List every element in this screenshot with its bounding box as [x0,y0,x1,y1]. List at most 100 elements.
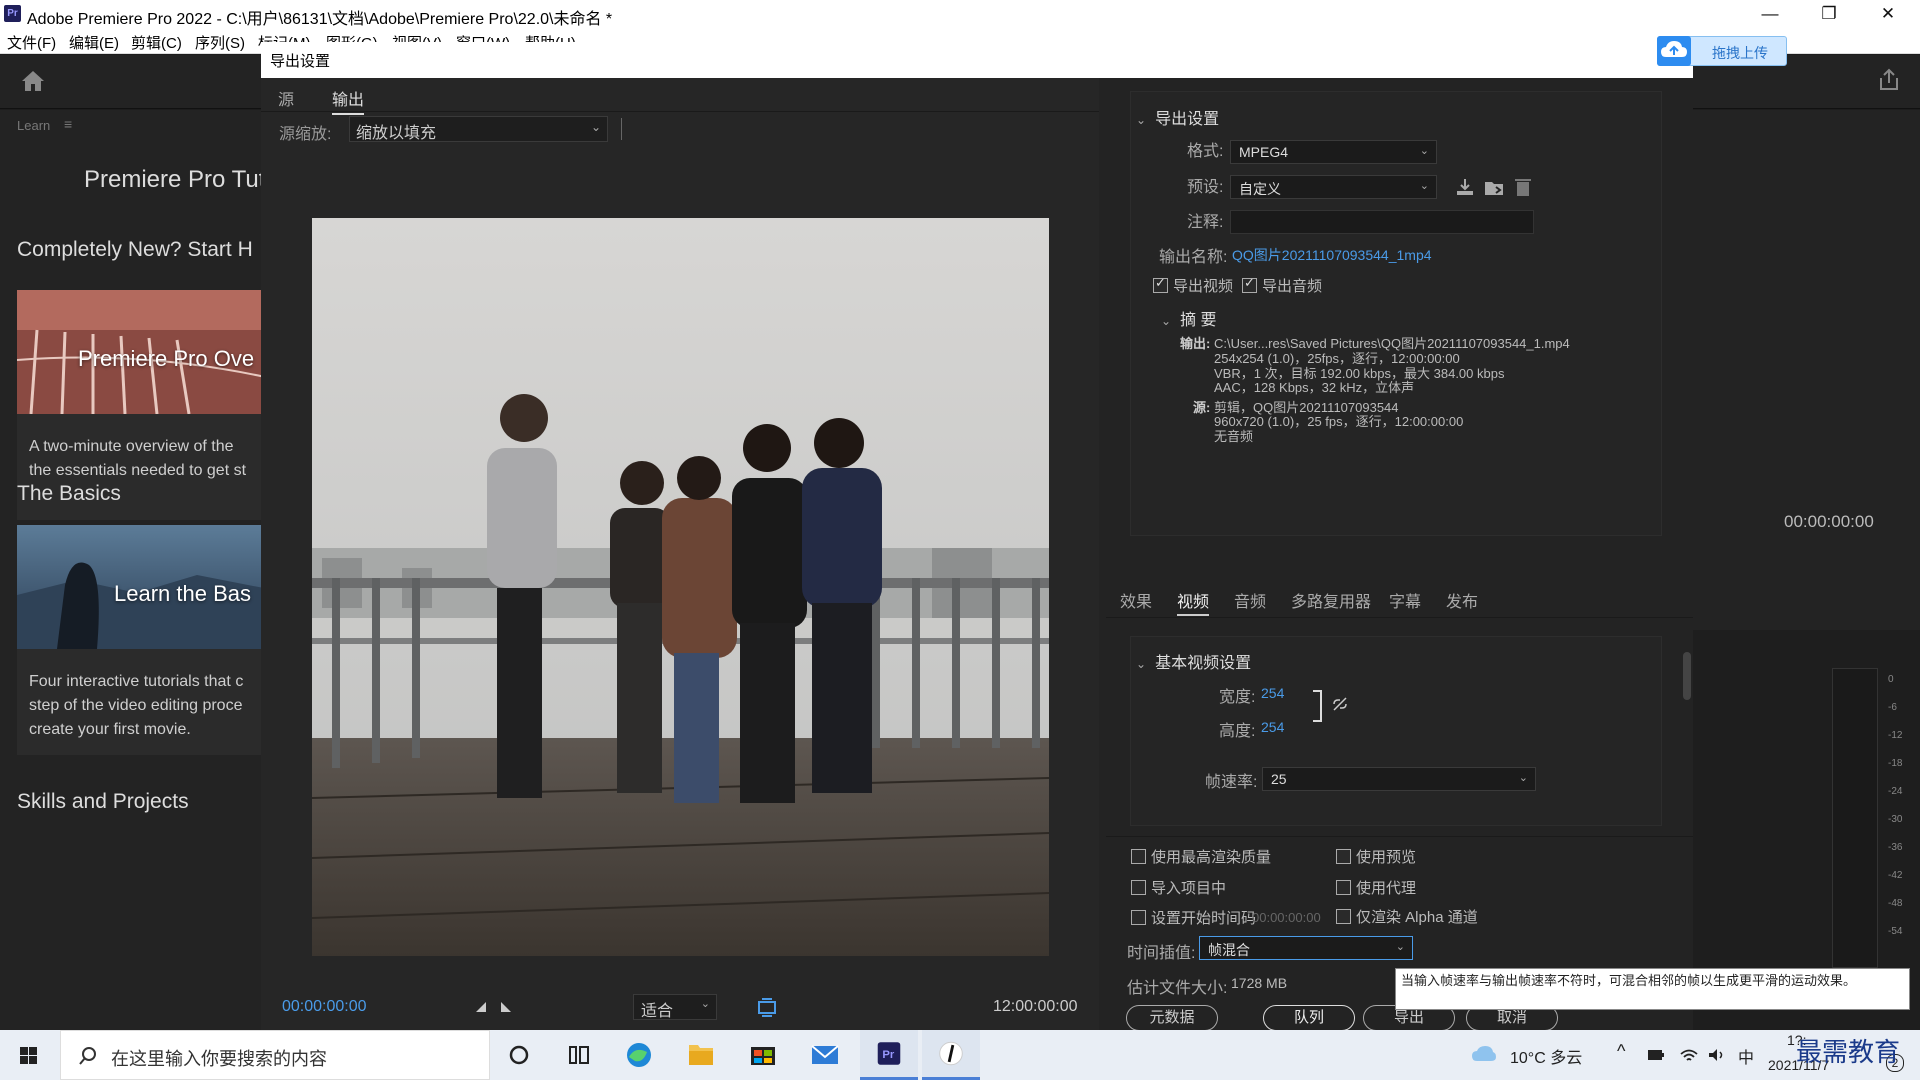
set-start-timecode-checkbox[interactable]: 设置开始时间码 [1131,907,1256,928]
cortana-icon[interactable] [490,1030,548,1080]
zoom-fit-dropdown[interactable]: 适合 ⌄ [633,994,717,1020]
chevron-down-icon: ⌄ [1518,772,1528,784]
checkbox-unchecked[interactable] [1336,909,1351,924]
taskbar-search-box[interactable]: 在这里输入你要搜索的内容 [60,1030,490,1080]
summary-output-line: VBR，1 次，目标 192.00 kbps，最大 384.00 kbps [1214,366,1505,381]
chevron-down-icon: ⌄ [1161,314,1172,328]
tab-captions[interactable]: 字幕 [1389,588,1421,612]
file-explorer-icon[interactable] [672,1030,730,1080]
weather-text[interactable]: 10°C 多云 [1510,1044,1582,1068]
tab-audio[interactable]: 音频 [1234,588,1266,612]
save-preset-icon[interactable] [1454,176,1476,198]
framerate-dropdown[interactable]: 25 ⌄ [1262,767,1536,791]
svg-text:Pr: Pr [882,1049,895,1061]
basic-video-heading[interactable]: ⌄ 基本视频设置 [1136,649,1251,673]
minimize-button[interactable]: — [1747,2,1793,26]
checkbox-unchecked[interactable] [1131,849,1146,864]
tab-multiplexer[interactable]: 多路复用器 [1291,588,1371,612]
drag-upload-widget[interactable]: 拖拽上传 [1657,36,1787,66]
window-titlebar: Pr Adobe Premiere Pro 2022 - C:\用户\86131… [0,0,1920,28]
summary-source-line: 无音频 [1214,429,1254,444]
meter-tick: 0 [1888,674,1894,685]
ime-indicator[interactable]: 中 [1738,1044,1754,1068]
time-interpolation-dropdown[interactable]: 帧混合 ⌄ [1199,936,1413,960]
export-settings-heading[interactable]: ⌄ 导出设置 [1136,105,1219,129]
comment-input[interactable] [1230,210,1534,234]
panel-menu-icon[interactable]: ≡ [64,116,72,132]
output-name-link[interactable]: QQ图片20211107093544_1mp4 [1232,245,1432,265]
tab-publish[interactable]: 发布 [1446,588,1478,612]
settings-scrollbar[interactable] [1683,652,1691,700]
aspect-ratio-correction-icon[interactable] [756,996,778,1018]
unlink-aspect-icon[interactable] [1331,695,1349,713]
import-into-project-checkbox[interactable]: 导入项目中 [1131,877,1226,898]
height-value[interactable]: 254 [1261,719,1284,735]
checkbox-unchecked[interactable] [1336,880,1351,895]
wifi-icon[interactable] [1678,1044,1700,1066]
menu-sequence[interactable]: 序列(S) [195,32,245,53]
tab-source[interactable]: 源 [278,86,294,110]
pen-app-icon[interactable] [922,1030,980,1080]
chevron-up-icon[interactable]: ^ [1617,1041,1625,1062]
delete-preset-icon[interactable] [1512,176,1534,198]
tutorial-thumbnail: Learn the Bas [17,525,262,649]
tutorial-card-basics[interactable]: Learn the Bas Four interactive tutorials… [17,525,262,755]
home-icon[interactable] [20,69,46,93]
out-point-timecode: 12:00:00:00 [993,998,1078,1015]
menu-clip[interactable]: 剪辑(C) [131,32,182,53]
format-dropdown[interactable]: MPEG4 ⌄ [1230,140,1437,164]
checkbox-unchecked[interactable] [1131,880,1146,895]
tab-video[interactable]: 视频 [1177,588,1210,616]
edge-browser-icon[interactable] [610,1030,668,1080]
premiere-taskbar-icon[interactable]: Pr [860,1030,918,1080]
windows-start-icon[interactable] [0,1030,56,1080]
store-icon[interactable] [734,1030,792,1080]
metadata-button[interactable]: 元数据 [1126,1005,1218,1031]
close-button[interactable]: ✕ [1865,2,1911,26]
basic-video-title: 基本视频设置 [1155,655,1252,672]
window-title: Adobe Premiere Pro 2022 - C:\用户\86131\文档… [27,11,613,28]
menu-edit[interactable]: 编辑(E) [69,32,119,53]
export-video-checkbox[interactable]: 导出视频 [1153,275,1233,296]
link-bracket [1313,690,1322,722]
volume-icon[interactable] [1706,1045,1726,1065]
mail-icon[interactable] [796,1030,854,1080]
meter-tick: -42 [1888,870,1903,881]
in-point-timecode[interactable]: 00:00:00:00 [282,998,367,1016]
use-previews-checkbox[interactable]: 使用预览 [1336,846,1416,867]
export-audio-checkbox[interactable]: 导出音频 [1242,275,1322,296]
learn-panel: Learn ≡ Premiere Pro Tut Completely New?… [0,110,262,1030]
battery-icon[interactable] [1646,1046,1666,1064]
tab-effects[interactable]: 效果 [1120,588,1152,612]
share-icon[interactable] [1876,67,1902,93]
checkbox-unchecked[interactable] [1131,910,1146,925]
preset-dropdown[interactable]: 自定义 ⌄ [1230,175,1437,199]
use-proxies-checkbox[interactable]: 使用代理 [1336,877,1416,898]
import-preset-icon[interactable] [1483,176,1505,198]
preset-label: 预设: [1187,179,1224,196]
summary-output-line: AAC，128 Kbps，32 kHz，立体声 [1214,380,1415,395]
queue-button[interactable]: 队列 [1263,1005,1355,1031]
summary-output-label: 输出: [1180,336,1211,351]
checkbox-checked[interactable] [1153,275,1168,293]
task-view-icon[interactable] [550,1030,608,1080]
checkbox-unchecked[interactable] [1336,849,1351,864]
maximize-button[interactable]: ❐ [1806,2,1852,26]
summary-output-line: 254x254 (1.0)，25fps，逐行，12:00:00:00 [1214,351,1460,366]
tab-output[interactable]: 输出 [332,86,365,115]
learn-tab[interactable]: Learn [17,118,50,133]
set-in-point-icon[interactable] [474,1000,488,1014]
render-alpha-only-checkbox[interactable]: 仅渲染 Alpha 通道 [1336,906,1478,927]
checkbox-checked[interactable] [1242,275,1257,293]
preview-image [312,218,1049,956]
tutorial-description: Four interactive tutorials that c step o… [29,673,244,738]
max-render-quality-checkbox[interactable]: 使用最高渲染质量 [1131,846,1271,867]
source-scaling-dropdown[interactable]: 缩放以填充 ⌄ [349,116,608,142]
summary-heading[interactable]: ⌄ 摘 要 [1161,306,1217,330]
width-value[interactable]: 254 [1261,685,1284,701]
use-proxies-label: 使用代理 [1356,880,1417,897]
framerate-value: 25 [1271,771,1287,787]
tutorial-description: A two-minute overview of the the essenti… [29,438,247,479]
set-out-point-icon[interactable] [499,1000,513,1014]
menu-file[interactable]: 文件(F) [7,32,56,53]
